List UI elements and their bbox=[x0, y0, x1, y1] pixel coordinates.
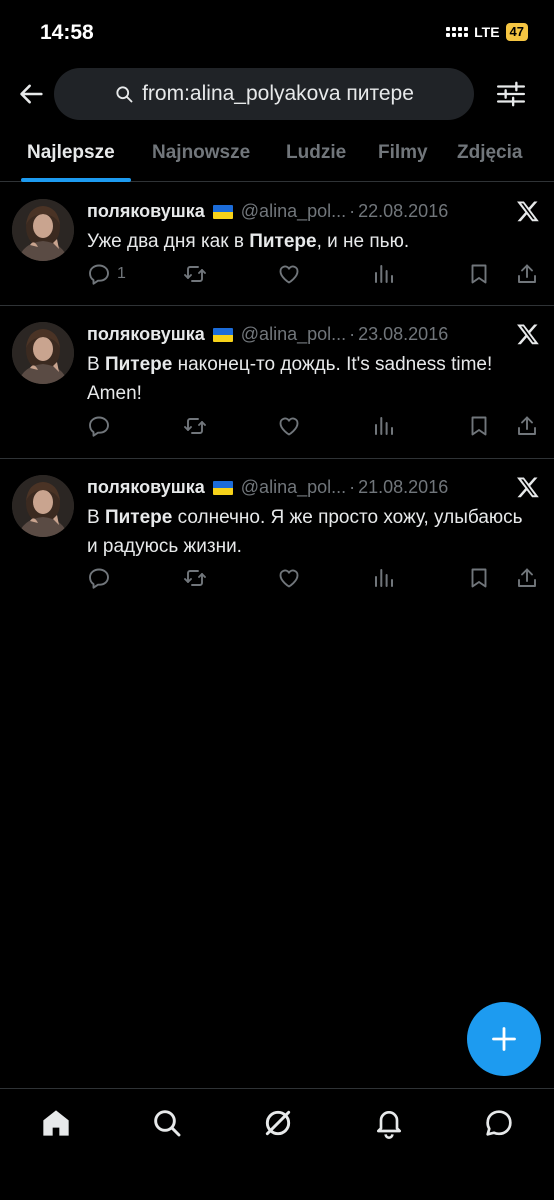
like-button[interactable] bbox=[277, 565, 301, 591]
tweet-text: В Питере солнечно. Я же просто хожу, улы… bbox=[87, 507, 523, 557]
author-name[interactable]: поляковушка bbox=[87, 324, 205, 345]
separator-dot: · bbox=[349, 200, 356, 221]
search-icon bbox=[116, 86, 133, 103]
search-query: from:alina_polyakova питере bbox=[142, 82, 414, 105]
tab-zdjecia[interactable]: Zdjęcia bbox=[457, 142, 522, 164]
tweet-date[interactable]: 23.08.2016 bbox=[358, 324, 448, 345]
back-arrow-icon[interactable] bbox=[18, 80, 46, 108]
grok-icon[interactable] bbox=[262, 1107, 294, 1139]
search-tabs: Najlepsze Najnowsze Ludzie Filmy Zdjęcia bbox=[0, 128, 554, 182]
share-icon bbox=[515, 566, 539, 590]
share-button[interactable] bbox=[515, 565, 539, 591]
author-handle[interactable]: @alina_pol... bbox=[241, 201, 346, 222]
x-logo-icon bbox=[516, 475, 540, 499]
reply-button[interactable]: 1 bbox=[87, 261, 126, 287]
like-button[interactable] bbox=[277, 413, 301, 439]
tab-najnowsze[interactable]: Najnowsze bbox=[152, 142, 250, 164]
author-handle[interactable]: @alina_pol... bbox=[241, 477, 346, 498]
author-name[interactable]: поляковушка bbox=[87, 477, 205, 498]
ukraine-flag-icon bbox=[212, 205, 233, 219]
tweet-date[interactable]: 22.08.2016 bbox=[358, 201, 448, 222]
tweet-card[interactable]: поляковушка @alina_pol... · 22.08.2016 У… bbox=[0, 183, 554, 306]
views-icon bbox=[372, 566, 396, 590]
tweet-actions bbox=[87, 565, 540, 593]
active-tab-indicator bbox=[21, 178, 131, 182]
network-type: LTE bbox=[474, 24, 500, 40]
author-name[interactable]: поляковушка bbox=[87, 201, 205, 222]
search-header: from:alina_polyakova питере bbox=[0, 66, 554, 122]
author-handle[interactable]: @alina_pol... bbox=[241, 324, 346, 345]
bookmark-icon bbox=[467, 566, 491, 590]
share-icon bbox=[515, 262, 539, 286]
home-icon[interactable] bbox=[40, 1107, 72, 1139]
notifications-icon[interactable] bbox=[373, 1107, 405, 1139]
tweet-header: поляковушка @alina_pol... · 22.08.2016 bbox=[87, 197, 540, 225]
tweet-card[interactable]: поляковушка @alina_pol... · 21.08.2016 В… bbox=[0, 459, 554, 606]
filter-settings-icon[interactable] bbox=[496, 80, 526, 108]
share-button[interactable] bbox=[515, 413, 539, 439]
tab-najlepsze[interactable]: Najlepsze bbox=[27, 142, 115, 164]
share-button[interactable] bbox=[515, 261, 539, 287]
views-button[interactable] bbox=[372, 261, 396, 287]
retweet-button[interactable] bbox=[183, 565, 207, 591]
tweet-card[interactable]: поляковушка @alina_pol... · 23.08.2016 В… bbox=[0, 306, 554, 459]
reply-icon bbox=[87, 414, 111, 438]
heart-icon bbox=[277, 262, 301, 286]
tweet-header: поляковушка @alina_pol... · 21.08.2016 bbox=[87, 473, 540, 501]
tweet-header: поляковушка @alina_pol... · 23.08.2016 bbox=[87, 320, 540, 348]
tweet-actions bbox=[87, 413, 540, 441]
search-input[interactable]: from:alina_polyakova питере bbox=[54, 68, 474, 120]
battery-icon: 47 bbox=[505, 23, 528, 41]
x-logo-icon bbox=[516, 322, 540, 346]
status-indicators: LTE 47 bbox=[446, 23, 528, 41]
status-bar: 14:58 LTE 47 bbox=[0, 0, 554, 62]
tab-ludzie[interactable]: Ludzie bbox=[286, 142, 346, 164]
bookmark-button[interactable] bbox=[467, 261, 491, 287]
retweet-icon bbox=[183, 566, 207, 590]
bookmark-icon bbox=[467, 414, 491, 438]
status-time: 14:58 bbox=[40, 21, 94, 44]
x-logo-icon bbox=[516, 199, 540, 223]
views-icon bbox=[372, 414, 396, 438]
heart-icon bbox=[277, 414, 301, 438]
heart-icon bbox=[277, 566, 301, 590]
retweet-button[interactable] bbox=[183, 413, 207, 439]
tweet-actions: 1 bbox=[87, 261, 540, 289]
views-button[interactable] bbox=[372, 413, 396, 439]
share-icon bbox=[515, 414, 539, 438]
tweet-date[interactable]: 21.08.2016 bbox=[358, 477, 448, 498]
bottom-navigation bbox=[0, 1088, 554, 1200]
plus-icon bbox=[492, 1027, 516, 1051]
compose-button[interactable] bbox=[467, 1002, 541, 1076]
search-icon[interactable] bbox=[151, 1107, 183, 1139]
reply-button[interactable] bbox=[87, 565, 117, 591]
bookmark-button[interactable] bbox=[467, 565, 491, 591]
retweet-button[interactable] bbox=[183, 261, 207, 287]
ukraine-flag-icon bbox=[212, 328, 233, 342]
retweet-icon bbox=[183, 414, 207, 438]
messages-icon[interactable] bbox=[483, 1107, 515, 1139]
tab-filmy[interactable]: Filmy bbox=[378, 142, 428, 164]
avatar[interactable] bbox=[12, 475, 74, 537]
separator-dot: · bbox=[349, 476, 356, 497]
bookmark-button[interactable] bbox=[467, 413, 491, 439]
bookmark-icon bbox=[467, 262, 491, 286]
reply-button[interactable] bbox=[87, 413, 117, 439]
reply-count: 1 bbox=[117, 265, 126, 282]
signal-icon bbox=[446, 27, 469, 37]
reply-icon bbox=[87, 566, 111, 590]
reply-icon bbox=[87, 262, 111, 286]
tweet-text: Уже два дня как в Питере, и не пью. bbox=[87, 231, 410, 252]
views-icon bbox=[372, 262, 396, 286]
views-button[interactable] bbox=[372, 565, 396, 591]
avatar[interactable] bbox=[12, 199, 74, 261]
retweet-icon bbox=[183, 262, 207, 286]
like-button[interactable] bbox=[277, 261, 301, 287]
tweet-text: В Питере наконец-то дождь. It's sadness … bbox=[87, 354, 493, 404]
separator-dot: · bbox=[349, 323, 356, 344]
avatar[interactable] bbox=[12, 322, 74, 384]
ukraine-flag-icon bbox=[212, 481, 233, 495]
